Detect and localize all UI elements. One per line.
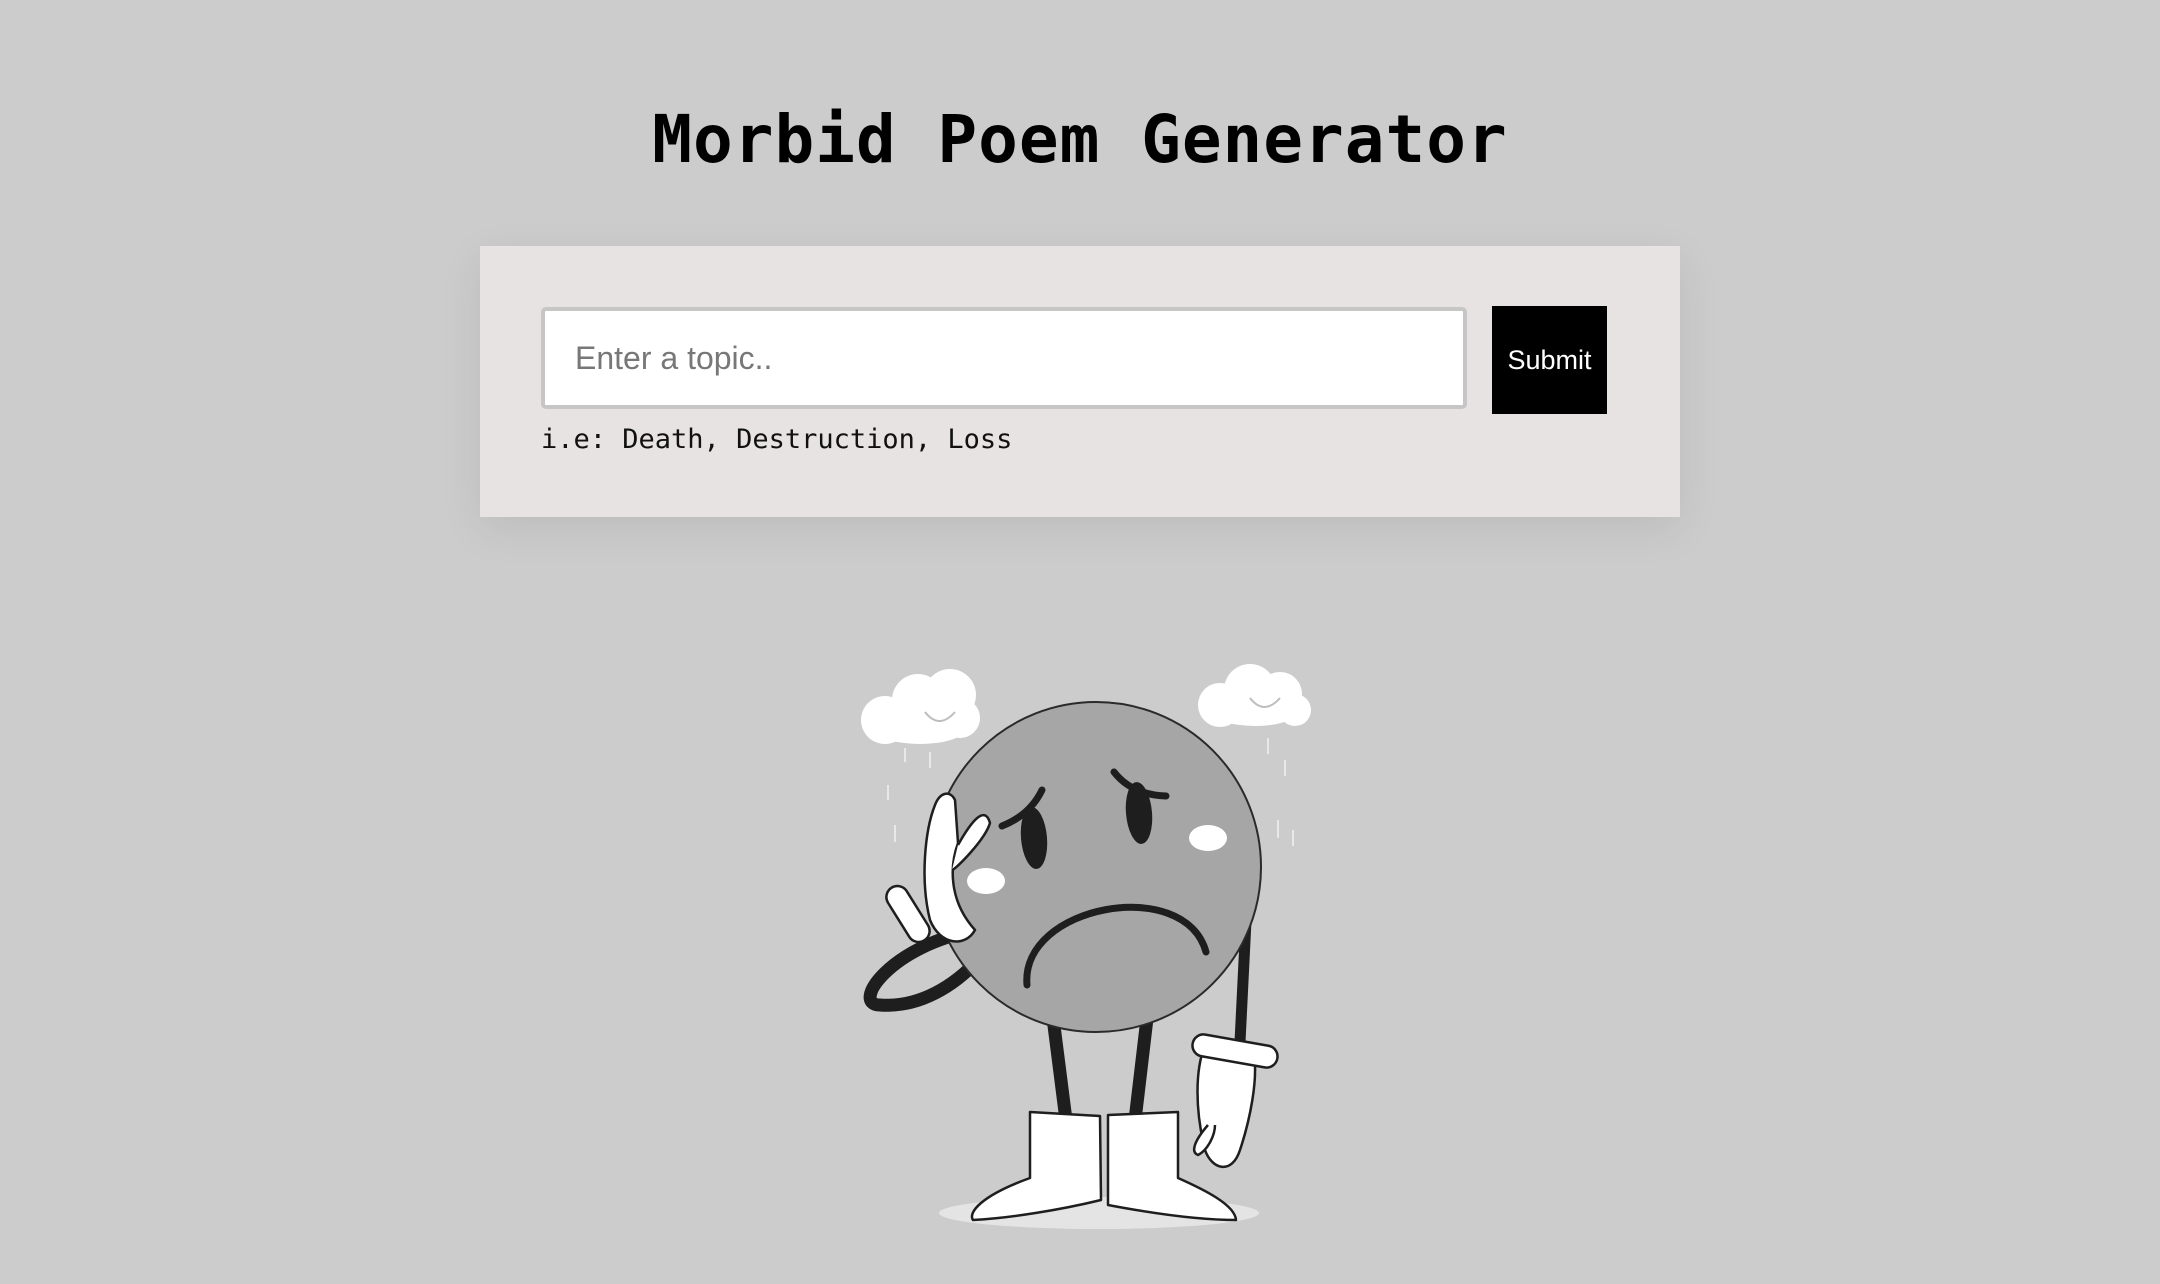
- page-title: Morbid Poem Generator: [652, 101, 1508, 178]
- topic-form-card: Submit i.e: Death, Destruction, Loss: [480, 246, 1680, 517]
- right-glove-icon: [1191, 1033, 1279, 1169]
- left-cheek: [967, 868, 1005, 894]
- submit-button[interactable]: Submit: [1492, 306, 1607, 414]
- cloud-icon: [1198, 664, 1311, 727]
- topic-hint: i.e: Death, Destruction, Loss: [541, 424, 1013, 455]
- character-head: [930, 701, 1262, 1033]
- topic-input[interactable]: [541, 307, 1467, 409]
- right-cheek: [1189, 825, 1227, 851]
- cloud-icon: [861, 669, 980, 744]
- sad-character-illustration: [861, 664, 1311, 1229]
